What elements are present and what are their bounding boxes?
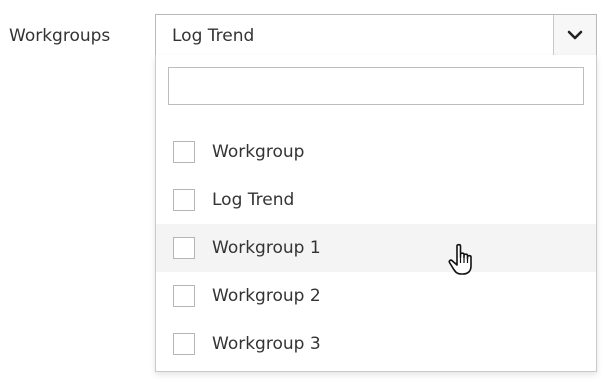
workgroups-form: Workgroups Log Trend Workgroup Log Trend…	[0, 0, 607, 385]
option-checkbox[interactable]	[173, 141, 195, 163]
dropdown-toggle-button[interactable]	[553, 15, 596, 55]
background-edge	[597, 196, 607, 214]
hand-pointer-icon	[448, 243, 472, 275]
option-label: Log Trend	[212, 190, 295, 210]
workgroup-options-list: Workgroup Log Trend Workgroup 1 Workgrou…	[156, 128, 596, 368]
option-checkbox[interactable]	[173, 189, 195, 211]
option-label: Workgroup	[212, 142, 305, 162]
chevron-down-icon	[567, 30, 583, 40]
option-label: Workgroup 2	[212, 286, 321, 306]
option-checkbox[interactable]	[173, 333, 195, 355]
background-edge	[597, 84, 607, 102]
workgroups-dropdown-panel: Workgroup Log Trend Workgroup 1 Workgrou…	[155, 55, 597, 372]
workgroup-option[interactable]: Log Trend	[156, 176, 596, 224]
option-checkbox[interactable]	[173, 237, 195, 259]
option-label: Workgroup 1	[212, 238, 321, 258]
workgroup-search-input[interactable]	[168, 67, 584, 105]
workgroup-option[interactable]: Workgroup 3	[156, 320, 596, 368]
workgroups-label: Workgroups	[9, 26, 111, 46]
workgroup-option-hovered[interactable]: Workgroup 1	[156, 224, 596, 272]
workgroups-select[interactable]: Log Trend	[155, 14, 597, 56]
option-label: Workgroup 3	[212, 334, 321, 354]
option-checkbox[interactable]	[173, 285, 195, 307]
selected-workgroup-value: Log Trend	[172, 26, 255, 46]
workgroup-option[interactable]: Workgroup	[156, 128, 596, 176]
workgroup-option[interactable]: Workgroup 2	[156, 272, 596, 320]
